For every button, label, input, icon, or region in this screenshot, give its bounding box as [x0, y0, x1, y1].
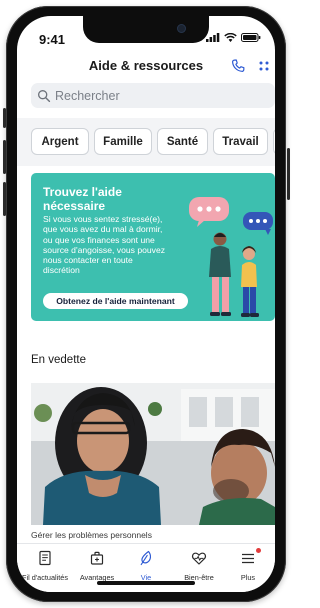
wifi-icon — [224, 33, 237, 42]
featured-article-image[interactable] — [31, 383, 275, 525]
notch — [83, 16, 209, 43]
power-button — [287, 148, 290, 200]
category-chip-argent[interactable]: Argent — [31, 128, 89, 155]
signal-icon — [206, 33, 220, 42]
heart-pulse-icon — [191, 552, 207, 565]
featured-article-caption[interactable]: Gérer les problèmes personnels — [31, 530, 152, 540]
battery-icon — [241, 33, 261, 42]
tab-plus[interactable]: Plus — [222, 544, 274, 592]
app-screen: 9:41 Aide & ressources Rechercher Argent… — [17, 16, 275, 592]
briefcase-icon — [90, 551, 104, 565]
news-feed-icon — [39, 550, 51, 566]
category-chip-sante[interactable]: Santé — [157, 128, 208, 155]
featured-section-title: En vedette — [31, 354, 86, 366]
status-time: 9:41 — [39, 32, 66, 47]
notification-dot — [256, 548, 261, 553]
tab-fil-actualites[interactable]: Fil d'actualités — [19, 544, 71, 592]
mute-switch — [3, 108, 6, 128]
search-input[interactable]: Rechercher — [31, 83, 275, 108]
banner-body: Si vous vous sentez stressé(e), que vous… — [43, 214, 166, 276]
phone-icon[interactable] — [230, 58, 246, 74]
people-talking-illustration — [189, 197, 273, 317]
status-icons — [206, 33, 261, 42]
menu-icon — [242, 553, 254, 564]
help-banner: Trouvez l'aide nécessaire Si vous vous s… — [31, 173, 275, 321]
banner-title: Trouvez l'aide nécessaire — [43, 185, 122, 213]
front-camera — [177, 24, 186, 33]
search-icon — [38, 89, 51, 102]
search-placeholder: Rechercher — [55, 88, 120, 103]
apps-grid-icon[interactable] — [258, 60, 270, 72]
tab-label-plus: Plus — [240, 573, 256, 582]
tab-label-fil-actualites: Fil d'actualités — [21, 573, 68, 582]
leaf-icon — [140, 550, 152, 566]
get-help-button[interactable]: Obtenez de l'aide maintenant — [43, 293, 188, 309]
home-indicator — [97, 581, 195, 585]
category-chip-travail[interactable]: Travail — [213, 128, 268, 155]
category-chip-next[interactable] — [273, 128, 275, 155]
volume-up-button — [3, 140, 6, 174]
category-filter-bar: Argent Famille Santé Travail — [17, 118, 275, 166]
volume-down-button — [3, 182, 6, 216]
category-chip-famille[interactable]: Famille — [94, 128, 152, 155]
